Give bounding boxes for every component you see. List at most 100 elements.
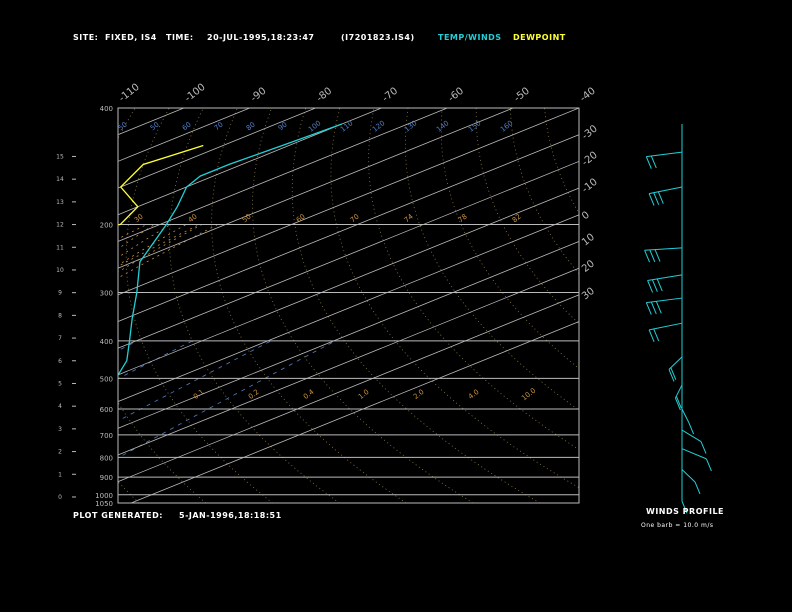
isotherm-line xyxy=(0,108,52,503)
wind-barb-feather xyxy=(655,301,662,314)
height-tick-label: 11 xyxy=(56,244,64,251)
wind-barb-staff xyxy=(668,356,683,370)
theta-label-mid: 78 xyxy=(457,213,469,225)
dry-adiabat-line xyxy=(169,108,340,503)
wind-barb-feather xyxy=(650,301,657,315)
pressure-tick-label: 400 xyxy=(100,338,113,346)
theta-label: 90 xyxy=(277,121,289,133)
height-tick-label: 14 xyxy=(56,176,64,183)
pressure-tick-label: 1050 xyxy=(95,500,113,508)
dry-adiabat-line xyxy=(475,108,579,325)
pressure-tick-label: 800 xyxy=(100,454,113,462)
dry-adiabat-line xyxy=(125,108,273,503)
isotherm-line xyxy=(118,294,579,483)
top-temp-label: -60 xyxy=(446,86,466,105)
plot-frame xyxy=(117,107,580,504)
theta-label-mid: 70 xyxy=(349,213,361,225)
isotherm-line xyxy=(118,267,579,456)
wind-barb-feather xyxy=(654,249,661,262)
theta-label-mid: 74 xyxy=(403,212,415,224)
dry-adiabat-line xyxy=(118,481,140,503)
wind-barb-feather xyxy=(648,193,655,206)
theta-label: 80 xyxy=(245,121,257,133)
mixing-ratio-line xyxy=(0,341,24,503)
plot-generated-value: 5-JAN-1996,18:18:51 xyxy=(179,511,282,520)
wind-barb-feather xyxy=(657,191,664,204)
height-tick-label: 6 xyxy=(58,358,62,365)
wind-barb-feather xyxy=(688,421,695,435)
height-tick-label: 3 xyxy=(58,426,62,433)
wind-barb-staff xyxy=(681,429,702,442)
top-temp-label: -110 xyxy=(117,82,142,105)
wind-barb-feather xyxy=(653,328,660,342)
theta-label-mid: 82 xyxy=(511,213,523,225)
dry-adiabat-line xyxy=(681,108,792,503)
theta-label: 120 xyxy=(371,119,386,134)
top-temp-label: -50 xyxy=(512,86,532,105)
mixing-ratio-line xyxy=(118,340,336,459)
pressure-tick-label: 200 xyxy=(100,221,113,229)
pressure-tick-label: 500 xyxy=(100,375,113,383)
mixing-ratio-line xyxy=(118,340,272,422)
plot-generated-label: PLOT GENERATED: xyxy=(73,511,163,520)
wind-barb-feather xyxy=(645,302,652,315)
height-tick-label: 13 xyxy=(56,199,64,206)
theta-label: 60 xyxy=(181,121,193,133)
wind-barb-feather xyxy=(694,481,701,495)
moist-adiabat-line xyxy=(0,224,94,503)
moist-adiabat-line xyxy=(118,224,155,250)
mixing-ratio-label: 4.0 xyxy=(467,388,481,401)
right-temp-label: -20 xyxy=(580,150,600,169)
top-temp-label: -100 xyxy=(183,82,208,105)
wind-barb-staff xyxy=(674,384,683,399)
isotherm-line xyxy=(118,241,579,429)
wind-barb-feather xyxy=(656,278,663,292)
isotherm-line xyxy=(118,187,579,376)
isotherm-line xyxy=(118,108,514,269)
dry-adiabat-line xyxy=(440,108,579,370)
dry-adiabat-line xyxy=(252,108,474,503)
mixing-ratio-label: 1.0 xyxy=(357,388,371,401)
wind-barb-feather xyxy=(648,329,655,343)
theta-label: 130 xyxy=(403,119,418,134)
top-temp-label: -90 xyxy=(249,86,269,105)
mixing-ratio-label: 0.2 xyxy=(247,388,261,401)
height-tick-label: 9 xyxy=(58,290,62,297)
dry-adiabat-line xyxy=(291,108,540,503)
dewpoint-profile xyxy=(118,144,204,226)
wind-barb-feather xyxy=(644,250,651,263)
height-tick-label: 5 xyxy=(58,380,62,387)
isotherm-line xyxy=(118,214,579,403)
right-temp-label: 20 xyxy=(580,258,597,275)
wind-barb-feather xyxy=(705,458,712,472)
theta-label: 50 xyxy=(117,121,129,133)
wind-barb-feather xyxy=(645,156,652,169)
wind-barb-feather xyxy=(670,367,677,380)
dry-adiabat-line xyxy=(368,108,579,451)
top-temp-label: -40 xyxy=(578,86,598,105)
isotherm-line xyxy=(118,108,382,216)
right-temp-label: 10 xyxy=(580,232,597,249)
dry-adiabat-line xyxy=(578,108,579,113)
dry-adiabat-line xyxy=(749,108,792,503)
moist-adiabat-line xyxy=(118,224,187,266)
height-tick-label: 1 xyxy=(58,471,62,478)
dry-adiabat-line xyxy=(0,108,33,503)
theta-label: 50 xyxy=(149,121,161,133)
right-temp-label: 0 xyxy=(580,210,592,223)
height-tick-label: 7 xyxy=(58,335,62,342)
skew-t-chart: 4002003004005006007008009001000105015141… xyxy=(0,82,792,514)
right-temp-label: 30 xyxy=(580,286,597,303)
right-temp-label: -30 xyxy=(580,123,600,142)
wind-barb-staff xyxy=(681,408,690,423)
theta-label-mid: 40 xyxy=(187,213,199,225)
theta-label: 140 xyxy=(435,119,450,134)
isotherm-line xyxy=(118,108,185,136)
winds-profile-label: WINDS PROFILE xyxy=(646,507,725,516)
pressure-tick-label: 700 xyxy=(100,432,113,440)
dry-adiabat-line xyxy=(0,108,72,503)
wind-barb-feather xyxy=(649,249,656,263)
height-tick-label: 4 xyxy=(58,403,62,410)
wind-barb-feather xyxy=(650,155,657,169)
wind-barb-feather xyxy=(668,369,675,382)
